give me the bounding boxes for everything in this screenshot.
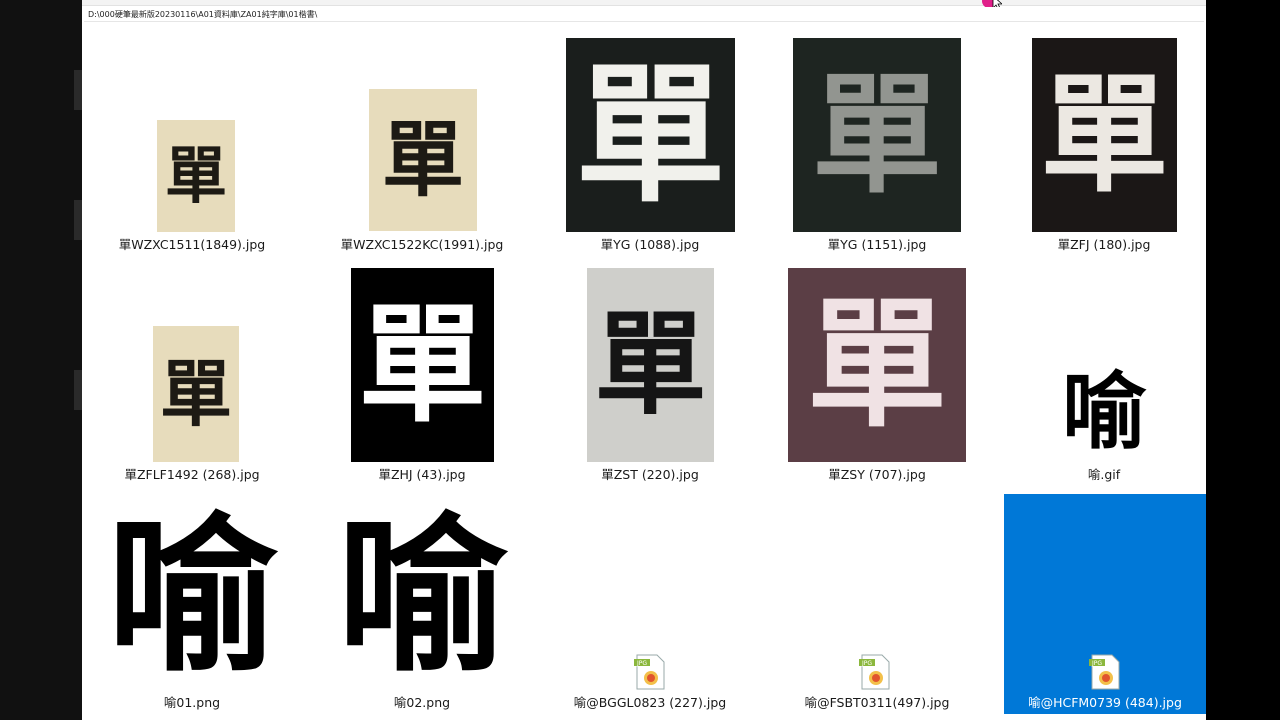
file-tile[interactable]: 單 單ZFLF1492 (268).jpg bbox=[112, 318, 272, 485]
calligraphy-glyph: 單 bbox=[575, 47, 726, 223]
background-window-fragment bbox=[74, 370, 82, 410]
thumbnail: 喻 bbox=[1052, 364, 1156, 460]
file-tile[interactable]: 單 單WZXC1522KC(1991).jpg bbox=[338, 80, 506, 255]
file-tile[interactable]: 單 單YG (1151).jpg bbox=[792, 38, 962, 255]
calligraphy-glyph: 單 bbox=[811, 58, 942, 211]
file-tile[interactable]: 單 單YG (1088).jpg bbox=[565, 38, 735, 255]
file-tile[interactable]: 單 單ZHJ (43).jpg bbox=[338, 268, 506, 485]
thumbnail: 單 bbox=[157, 120, 235, 232]
thumbnail: 單 bbox=[587, 268, 714, 462]
calligraphy-glyph: 喻 bbox=[106, 506, 277, 686]
file-name: 單ZSY (707).jpg bbox=[828, 467, 926, 482]
svg-text:JPG: JPG bbox=[636, 660, 647, 667]
file-name: 喻@FSBT0311(497).jpg bbox=[804, 695, 950, 710]
calligraphy-glyph: 喻 bbox=[1061, 364, 1146, 460]
file-name: 喻.gif bbox=[1087, 467, 1121, 482]
file-name: 單WZXC1522KC(1991).jpg bbox=[340, 237, 504, 252]
file-name: 單YG (1088).jpg bbox=[600, 237, 700, 252]
calligraphy-glyph: 單 bbox=[1040, 60, 1169, 210]
file-name: 喻@HCFM0739 (484).jpg bbox=[1028, 695, 1182, 710]
thumbnail: 單 bbox=[153, 326, 239, 462]
thumbnail: 單 bbox=[566, 38, 735, 232]
file-tile[interactable]: 喻 喻02.png bbox=[322, 506, 522, 714]
thumbnail: 喻 bbox=[97, 506, 287, 686]
thumbnail: 單 bbox=[369, 89, 477, 231]
svg-text:JPG: JPG bbox=[1091, 660, 1102, 667]
calligraphy-glyph: 單 bbox=[159, 351, 232, 436]
file-tile[interactable]: 單 單ZFJ (180).jpg bbox=[1022, 38, 1186, 255]
file-name: 喻@BGGL0823 (227).jpg bbox=[573, 695, 727, 710]
svg-text:JPG: JPG bbox=[861, 660, 872, 667]
file-explorer-window: D:\000硬筆最新版20230116\A01資料庫\ZA01純字庫\01楷書\… bbox=[82, 0, 1206, 720]
file-tile[interactable]: 喻 喻.gif bbox=[1022, 360, 1186, 485]
file-name: 單YG (1151).jpg bbox=[827, 237, 927, 252]
background-window-fragment bbox=[74, 200, 82, 240]
file-tile[interactable]: JPG 喻@FSBT0311(497).jpg bbox=[792, 650, 962, 714]
jpg-file-icon: JPG bbox=[1089, 654, 1120, 690]
background-right bbox=[1206, 0, 1280, 720]
address-bar[interactable]: D:\000硬筆最新版20230116\A01資料庫\ZA01純字庫\01楷書\ bbox=[84, 7, 1204, 22]
file-name: 單ZFJ (180).jpg bbox=[1057, 237, 1151, 252]
file-name: 單ZFLF1492 (268).jpg bbox=[124, 467, 260, 482]
file-name: 單WZXC1511(1849).jpg bbox=[118, 237, 266, 252]
jpg-file-icon: JPG bbox=[859, 654, 890, 690]
file-tile[interactable]: 單 單WZXC1511(1849).jpg bbox=[112, 110, 272, 255]
title-bar[interactable] bbox=[82, 0, 1206, 6]
file-name: 單ZST (220).jpg bbox=[601, 467, 699, 482]
calligraphy-glyph: 單 bbox=[381, 112, 464, 208]
file-name: 喻01.png bbox=[163, 695, 221, 710]
thumbnail: 單 bbox=[1032, 38, 1177, 232]
file-tile[interactable]: 喻 喻01.png bbox=[92, 506, 292, 714]
thumbnail: 單 bbox=[793, 38, 961, 232]
file-tile[interactable]: 單 單ZSY (707).jpg bbox=[788, 268, 966, 485]
thumbnail: 單 bbox=[351, 268, 494, 462]
file-tile[interactable]: 單 單ZST (220).jpg bbox=[565, 268, 735, 485]
jpg-file-icon: JPG bbox=[634, 654, 665, 690]
file-tile[interactable]: JPG 喻@BGGL0823 (227).jpg bbox=[565, 650, 735, 714]
background-window bbox=[0, 0, 82, 720]
file-name: 喻02.png bbox=[393, 695, 451, 710]
thumbnail: 單 bbox=[788, 268, 966, 462]
calligraphy-glyph: 單 bbox=[806, 283, 947, 447]
calligraphy-glyph: 單 bbox=[164, 139, 227, 212]
thumbnail: 喻 bbox=[327, 506, 517, 686]
calligraphy-glyph: 單 bbox=[358, 290, 487, 440]
calligraphy-glyph: 喻 bbox=[336, 506, 507, 686]
file-tile-selected[interactable]: JPG 喻@HCFM0739 (484).jpg bbox=[1004, 494, 1206, 714]
background-window-fragment bbox=[74, 70, 82, 110]
calligraphy-glyph: 單 bbox=[594, 299, 707, 430]
file-name: 單ZHJ (43).jpg bbox=[378, 467, 466, 482]
